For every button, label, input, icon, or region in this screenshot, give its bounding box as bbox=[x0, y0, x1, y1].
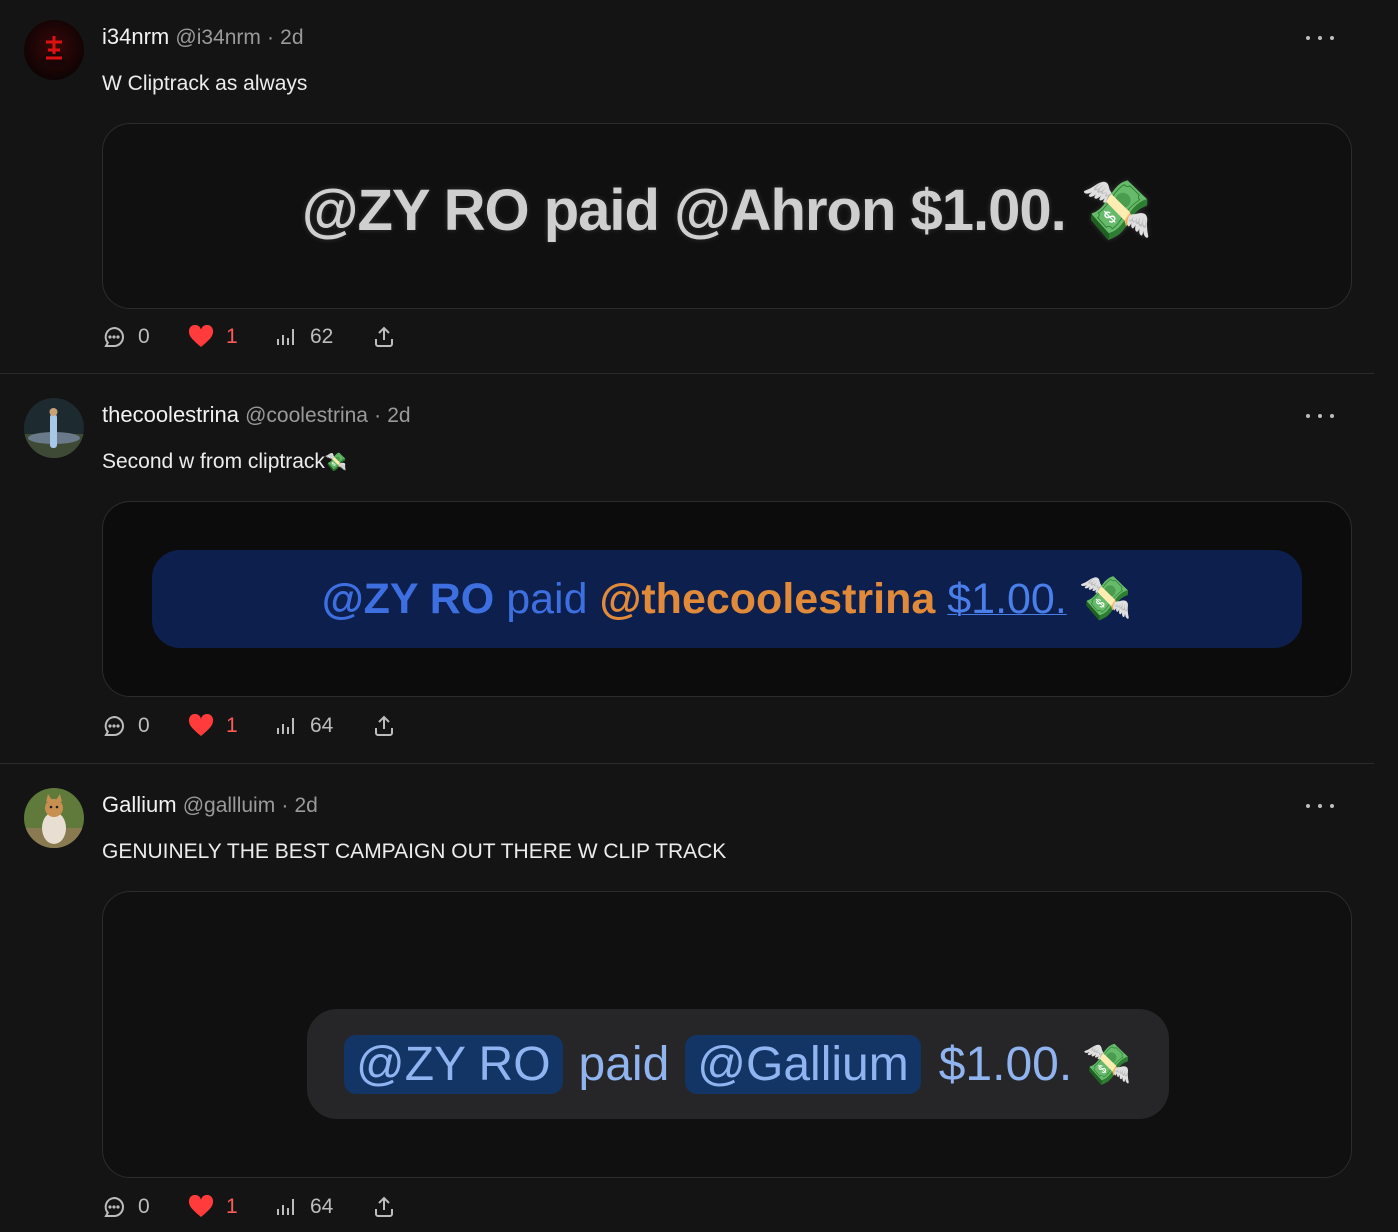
timestamp[interactable]: 2d bbox=[280, 26, 303, 49]
more-options-icon[interactable] bbox=[1306, 409, 1334, 423]
post[interactable]: thecoolestrina @coolestrina · 2d Second … bbox=[0, 374, 1374, 763]
comment-icon bbox=[104, 1196, 124, 1217]
post-header: i34nrm @i34nrm · 2d bbox=[102, 23, 304, 52]
post-image[interactable]: @ZY RO paid @Gallium $1.00. 💸 bbox=[102, 891, 1352, 1178]
bar-chart-icon bbox=[277, 329, 294, 345]
avatar[interactable] bbox=[24, 398, 84, 458]
display-name[interactable]: i34nrm bbox=[102, 24, 169, 49]
reply-count: 0 bbox=[138, 1195, 150, 1218]
post-image[interactable]: @ZY RO paid @thecoolestrina $1.00. 💸 bbox=[102, 501, 1352, 697]
post-text: GENUINELY THE BEST CAMPAIGN OUT THERE W … bbox=[102, 840, 727, 863]
post[interactable]: i34nrm @i34nrm · 2d W Cliptrack as alway… bbox=[0, 0, 1374, 373]
comment-icon bbox=[104, 715, 124, 736]
more-options-icon[interactable] bbox=[1306, 799, 1334, 813]
action-bar: 0 1 62 bbox=[102, 323, 396, 351]
bar-chart-icon bbox=[277, 1199, 294, 1215]
views-button[interactable]: 62 bbox=[274, 325, 372, 349]
reply-count: 0 bbox=[138, 714, 150, 737]
reply-button[interactable]: 0 bbox=[102, 714, 188, 738]
post-text-content: Second w from cliptrack bbox=[102, 450, 325, 473]
action-bar: 0 1 64 bbox=[102, 1193, 396, 1221]
share-icon bbox=[375, 1196, 393, 1217]
feed: i34nrm @i34nrm · 2d W Cliptrack as alway… bbox=[0, 0, 1398, 1232]
handle[interactable]: @gallluim bbox=[183, 794, 276, 817]
share-icon bbox=[375, 326, 393, 347]
payment-text: @ZY RO paid @Ahron $1.00. bbox=[301, 178, 1067, 243]
share-button[interactable] bbox=[372, 714, 396, 738]
post[interactable]: Gallium @gallluim · 2d GENUINELY THE BES… bbox=[0, 764, 1374, 1232]
post-text: W Cliptrack as always bbox=[102, 72, 308, 95]
bar-chart-icon bbox=[277, 718, 294, 734]
amount: $1.00. bbox=[947, 575, 1067, 623]
post-text: Second w from cliptrack💸 bbox=[102, 448, 347, 477]
heart-icon bbox=[188, 1195, 214, 1217]
share-button[interactable] bbox=[372, 325, 396, 349]
post-image[interactable]: @ZY RO paid @Ahron $1.00. 💸 bbox=[102, 123, 1352, 309]
view-count: 62 bbox=[310, 325, 334, 348]
heart-icon bbox=[188, 325, 214, 347]
post-header: Gallium @gallluim · 2d bbox=[102, 791, 318, 820]
separator-dot: · bbox=[374, 404, 382, 427]
payment-pill: @ZY RO paid @thecoolestrina $1.00. 💸 bbox=[152, 550, 1302, 648]
more-options-icon[interactable] bbox=[1306, 31, 1334, 45]
payment-banner: @ZY RO paid @Ahron $1.00. 💸 bbox=[103, 176, 1351, 245]
payee-mention: @Gallium bbox=[685, 1034, 921, 1094]
handle[interactable]: @coolestrina bbox=[245, 404, 368, 427]
display-name[interactable]: Gallium bbox=[102, 792, 177, 817]
reply-button[interactable]: 0 bbox=[102, 1195, 188, 1219]
comment-icon bbox=[104, 326, 124, 347]
heart-icon bbox=[188, 714, 214, 736]
timestamp[interactable]: 2d bbox=[387, 404, 410, 427]
share-icon bbox=[375, 715, 393, 736]
avatar[interactable] bbox=[24, 20, 84, 80]
payer-mention: @ZY RO bbox=[344, 1034, 563, 1094]
action-bar: 0 1 64 bbox=[102, 712, 396, 740]
view-count: 64 bbox=[310, 714, 334, 737]
like-count: 1 bbox=[226, 325, 238, 348]
like-button[interactable]: 1 bbox=[188, 325, 274, 349]
like-button[interactable]: 1 bbox=[188, 714, 274, 738]
payee-mention: @thecoolestrina bbox=[599, 575, 936, 623]
post-header: thecoolestrina @coolestrina · 2d bbox=[102, 401, 411, 430]
payer-mention: @ZY RO bbox=[321, 575, 495, 623]
timestamp[interactable]: 2d bbox=[294, 794, 317, 817]
view-count: 64 bbox=[310, 1195, 334, 1218]
share-button[interactable] bbox=[372, 1195, 396, 1219]
paid-word: paid bbox=[578, 1037, 670, 1091]
like-button[interactable]: 1 bbox=[188, 1195, 274, 1219]
like-count: 1 bbox=[226, 714, 238, 737]
amount: $1.00. bbox=[938, 1037, 1073, 1091]
payment-pill: @ZY RO paid @Gallium $1.00. 💸 bbox=[307, 1009, 1169, 1119]
money-with-wings-icon: 💸 bbox=[1078, 574, 1133, 624]
handle[interactable]: @i34nrm bbox=[175, 26, 261, 49]
reply-button[interactable]: 0 bbox=[102, 325, 188, 349]
like-count: 1 bbox=[226, 1195, 238, 1218]
reply-count: 0 bbox=[138, 325, 150, 348]
money-with-wings-icon: 💸 bbox=[1082, 1041, 1132, 1088]
views-button[interactable]: 64 bbox=[274, 1195, 372, 1219]
separator-dot: · bbox=[281, 794, 289, 817]
money-with-wings-icon: 💸 bbox=[324, 452, 348, 473]
display-name[interactable]: thecoolestrina bbox=[102, 402, 239, 427]
paid-word: paid bbox=[506, 575, 588, 623]
separator-dot: · bbox=[267, 26, 275, 49]
avatar[interactable] bbox=[24, 788, 84, 848]
views-button[interactable]: 64 bbox=[274, 714, 372, 738]
money-with-wings-icon: 💸 bbox=[1080, 176, 1153, 244]
